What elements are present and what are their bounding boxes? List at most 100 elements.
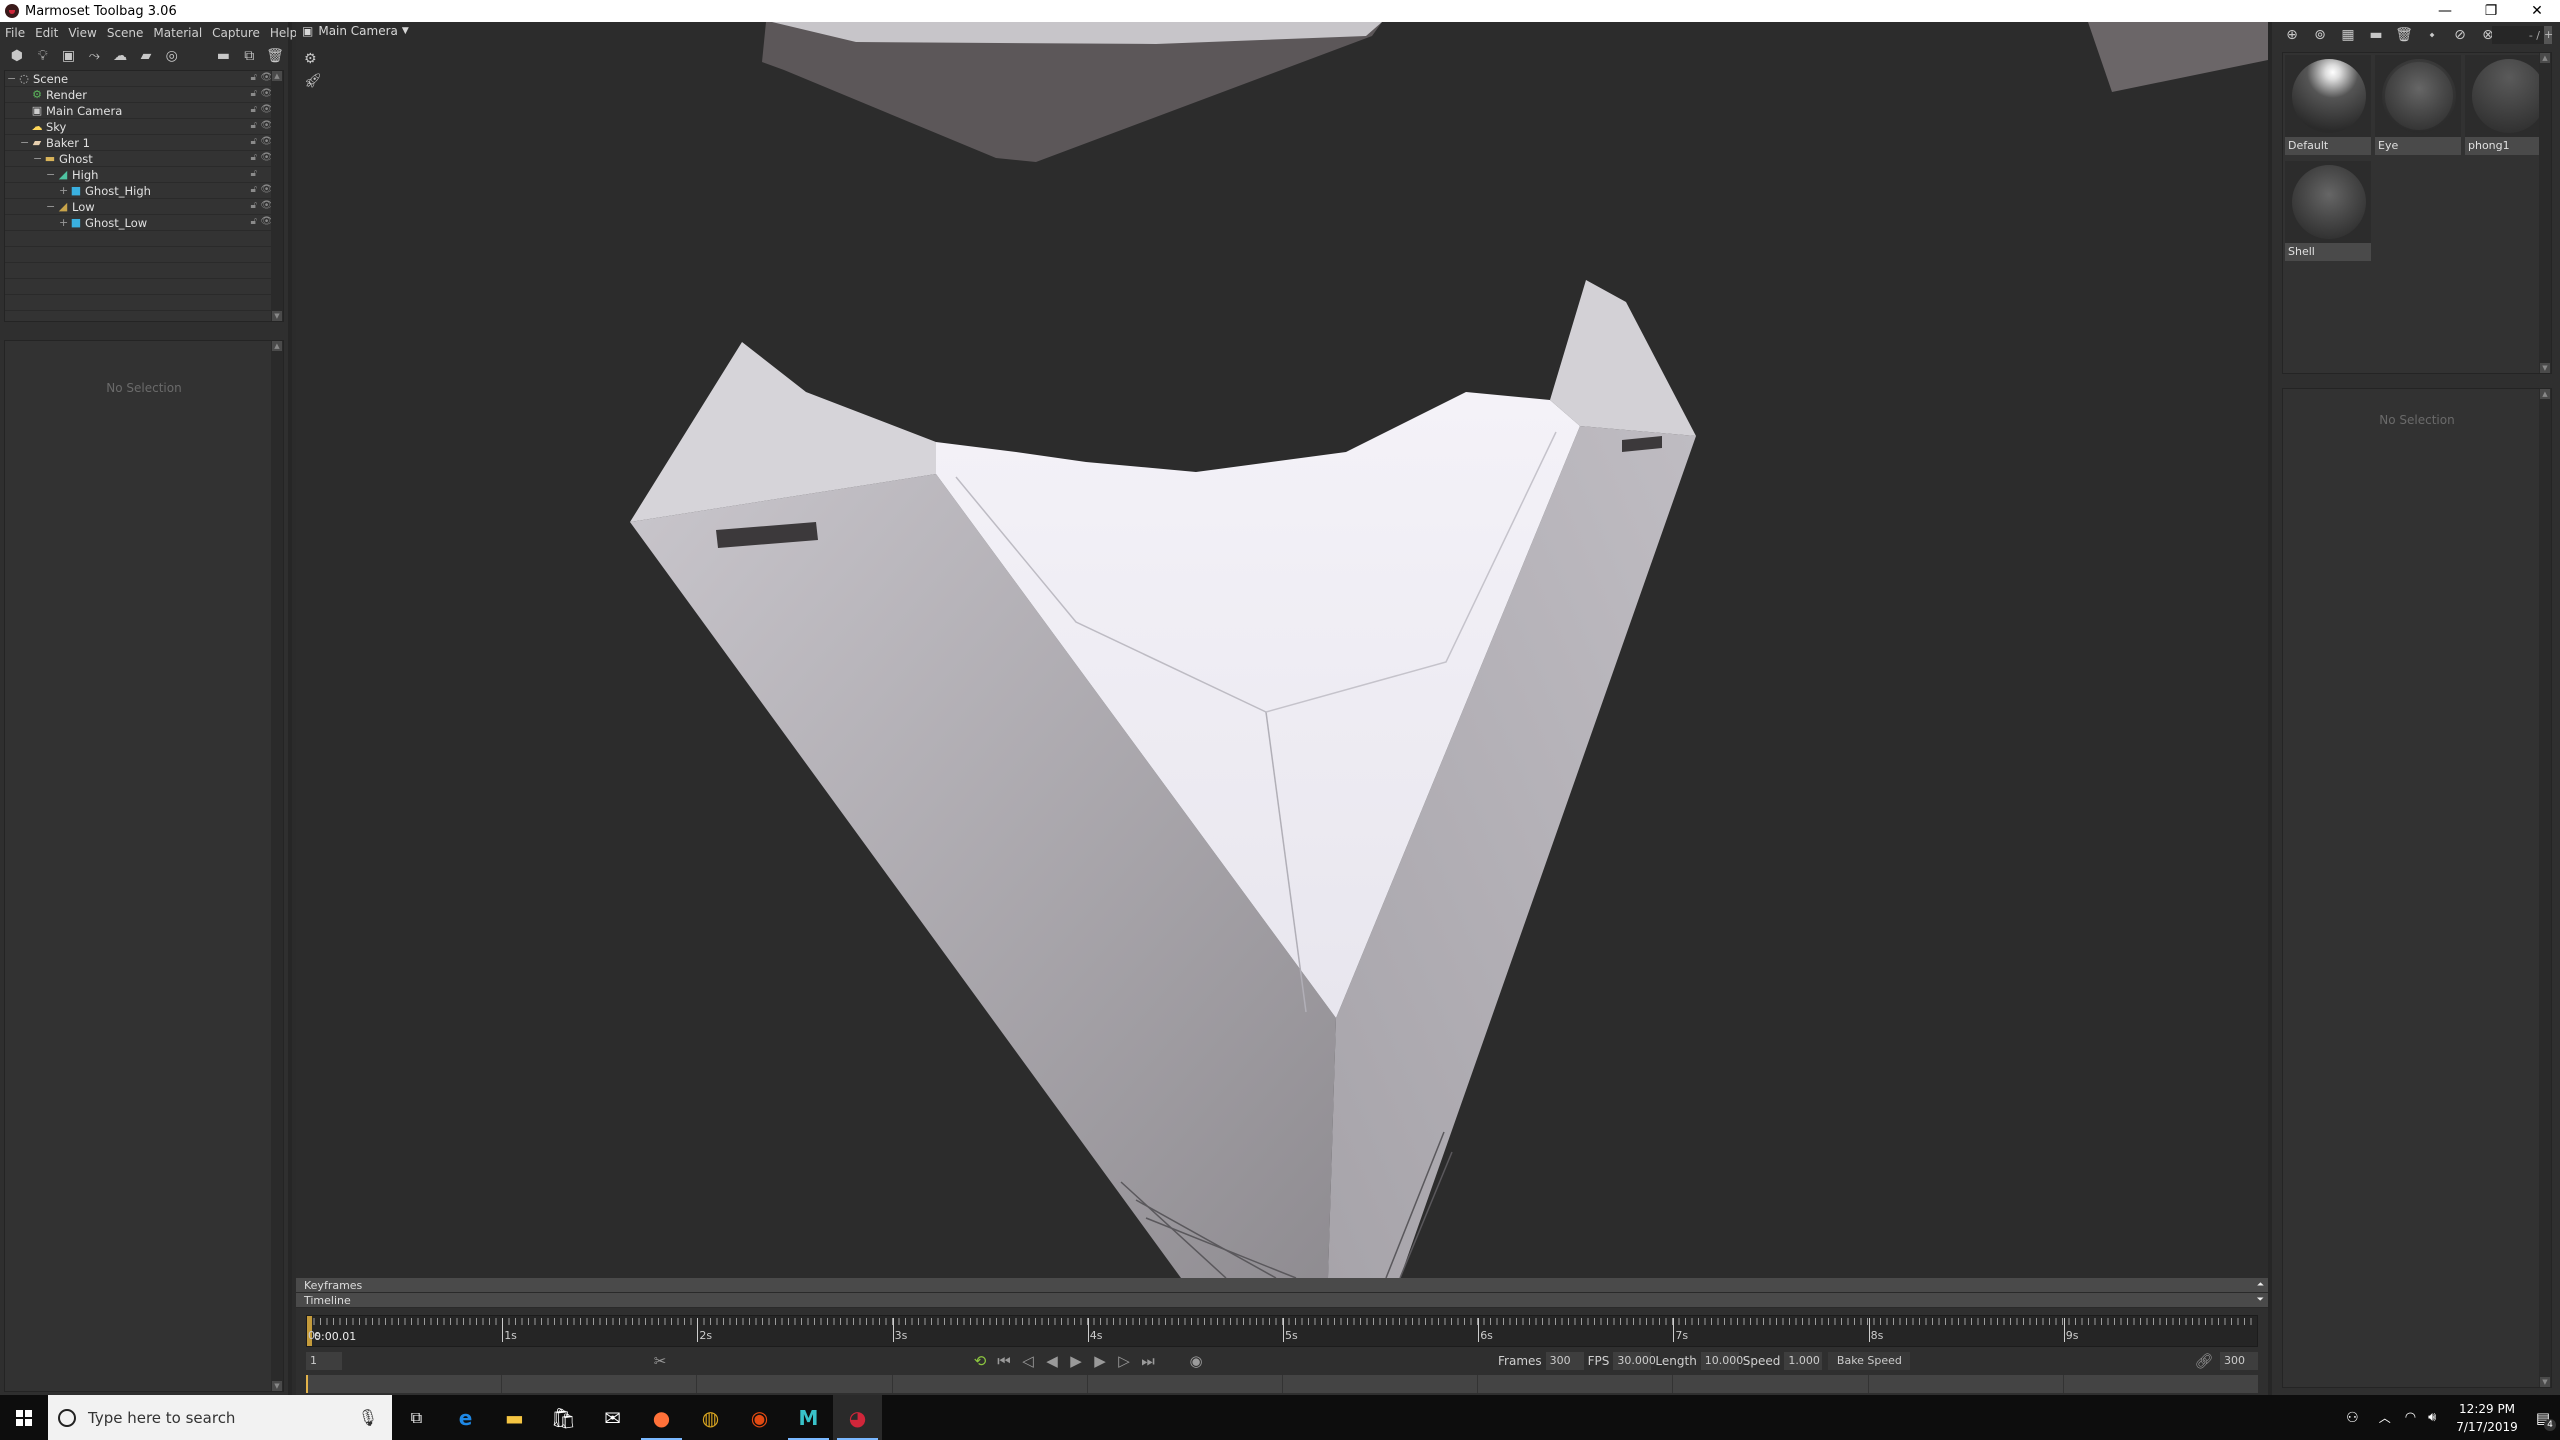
lock-icon[interactable]: 🔓︎ <box>251 168 257 179</box>
skip-to-end-icon[interactable]: ⏭ <box>1136 1352 1160 1370</box>
length-field[interactable]: 10.000 <box>1700 1352 1743 1370</box>
duplicate-material-icon[interactable]: ⊚ <box>2306 24 2334 46</box>
material-shell[interactable]: Shell <box>2285 161 2371 261</box>
scene-tree-item[interactable]: − ◢ High 🔓︎ <box>5 167 283 183</box>
menu-scene[interactable]: Scene <box>102 26 149 40</box>
lock-icon[interactable]: 🔓︎ <box>251 88 257 99</box>
taskbar-search[interactable]: Type here to search 🎙︎ <box>48 1395 392 1440</box>
minimize-button[interactable]: — <box>2422 0 2468 22</box>
bake-speed-button[interactable]: Bake Speed <box>1828 1352 1911 1370</box>
lock-icon[interactable]: 🔓︎ <box>251 216 257 227</box>
lock-icon[interactable]: 🔓︎ <box>251 200 257 211</box>
menu-material[interactable]: Material <box>148 26 207 40</box>
fps-field[interactable]: 30.000 <box>1613 1352 1656 1370</box>
prev-key-icon[interactable]: ◁ <box>1016 1352 1040 1370</box>
collapse-icon[interactable]: − <box>33 152 43 165</box>
notifications-icon[interactable]: ▤ 4 <box>2536 1409 2556 1431</box>
scene-tree-item[interactable]: ⚙ Render 🔓︎ 👁︎ <box>5 87 283 103</box>
menu-capture[interactable]: Capture <box>207 26 265 40</box>
menu-edit[interactable]: Edit <box>30 26 63 40</box>
maximize-button[interactable]: ❐ <box>2468 0 2514 22</box>
edge-icon[interactable]: e <box>441 1395 490 1440</box>
people-icon[interactable]: ⚇ <box>2346 1410 2359 1426</box>
scene-tree-item[interactable]: − ▰ Baker 1 🔓︎ 👁︎ <box>5 135 283 151</box>
mail-icon[interactable]: ✉ <box>588 1395 637 1440</box>
import-material-icon[interactable]: ⊘ <box>2446 24 2474 46</box>
collapse-icon[interactable]: − <box>46 168 56 181</box>
ring-app-icon[interactable]: ◍ <box>686 1395 735 1440</box>
add-light-icon[interactable]: 💡︎ <box>30 45 56 67</box>
play-icon[interactable]: ▶ <box>1064 1352 1088 1370</box>
wifi-icon[interactable]: ◠ <box>2405 1410 2416 1425</box>
3d-viewport[interactable]: ▣ Main Camera ▼ ⚙ 🚀︎ <box>296 22 2268 1278</box>
end-frame-field[interactable]: 300 <box>2220 1352 2258 1370</box>
scene-tree-scrollbar[interactable]: ▲ ▼ <box>271 71 283 321</box>
checker-icon[interactable]: ▦ <box>2334 24 2362 46</box>
expand-icon[interactable]: + <box>59 184 69 197</box>
camera-selector[interactable]: ▣ Main Camera ▼ <box>302 24 409 38</box>
menu-view[interactable]: View <box>63 26 101 40</box>
marmoset-icon[interactable]: ◕ <box>833 1395 882 1440</box>
eye-app-icon[interactable]: ◉ <box>735 1395 784 1440</box>
close-button[interactable]: ✕ <box>2514 0 2560 22</box>
add-sky-icon[interactable]: ☁ <box>107 45 133 67</box>
scene-tree-item[interactable]: ▣ Main Camera 🔓︎ 👁︎ <box>5 103 283 119</box>
right-properties-scrollbar[interactable]: ▲ ▼ <box>2539 389 2551 1387</box>
chevron-up-icon[interactable]: ︿ <box>2379 1409 2391 1426</box>
new-folder-icon[interactable]: ▬ <box>211 45 237 67</box>
menu-file[interactable]: File <box>0 26 30 40</box>
clock[interactable]: 12:29 PM 7/17/2019 <box>2456 1400 2518 1436</box>
material-default[interactable]: Default <box>2285 55 2371 155</box>
firefox-icon[interactable]: ● <box>637 1395 686 1440</box>
next-key-icon[interactable]: ▷ <box>1112 1352 1136 1370</box>
expand-icon[interactable]: + <box>59 216 69 229</box>
collapse-up-icon[interactable]: ⏶ <box>2257 1278 2264 1293</box>
add-shadow-catcher-icon[interactable]: ⤳ <box>81 45 107 67</box>
collapse-icon[interactable]: − <box>20 136 30 149</box>
speed-field[interactable]: 1.000 <box>1784 1352 1823 1370</box>
scene-tree-item[interactable]: − ◌ Scene 🔓︎ 👁︎ <box>5 71 283 87</box>
add-mesh-icon[interactable]: ⬢ <box>4 45 30 67</box>
link-icon[interactable]: 🔗︎ <box>2192 1352 2216 1370</box>
delete-icon[interactable]: 🗑︎ <box>2390 24 2418 46</box>
lock-icon[interactable]: 🔓︎ <box>251 136 257 147</box>
delete-icon[interactable]: 🗑︎ <box>262 45 288 67</box>
frames-field[interactable]: 300 <box>1545 1352 1584 1370</box>
new-material-icon[interactable]: ⊕ <box>2278 24 2306 46</box>
add-camera-icon[interactable]: ▣ <box>56 45 82 67</box>
material-eye[interactable]: Eye <box>2375 55 2461 155</box>
volume-icon[interactable]: 🔊︎ <box>2428 1410 2436 1425</box>
file-explorer-icon[interactable]: ▬ <box>490 1395 539 1440</box>
material-pager[interactable]: - / + <box>2492 26 2553 44</box>
timeline-ruler[interactable]: 0:00.01 0s 1s 2s 3s 4s 5s 6s 7s 8s 9s <box>306 1315 2258 1347</box>
lock-icon[interactable]: 🔓︎ <box>251 120 257 131</box>
step-back-icon[interactable]: ◀ <box>1040 1352 1064 1370</box>
scene-tree-item[interactable]: + ■ Ghost_Low 🔓︎ 👁︎ <box>5 215 283 231</box>
current-frame-field[interactable]: 1 <box>306 1352 342 1370</box>
open-folder-icon[interactable]: ▬ <box>2362 24 2390 46</box>
loop-icon[interactable]: ⟲ <box>968 1352 992 1370</box>
assign-material-icon[interactable]: ⬩ <box>2418 24 2446 46</box>
lock-icon[interactable]: 🔓︎ <box>251 72 257 83</box>
scene-tree-item[interactable]: − ◢ Low 🔓︎ 👁︎ <box>5 199 283 215</box>
lock-icon[interactable]: 🔓︎ <box>251 152 257 163</box>
rocket-icon[interactable]: 🚀︎ <box>304 70 322 92</box>
store-icon[interactable]: 🛍︎ <box>539 1395 588 1440</box>
turntable-icon[interactable]: ◉ <box>1184 1352 1208 1370</box>
skip-to-start-icon[interactable]: ⏮ <box>992 1352 1016 1370</box>
pager-add-button[interactable]: + <box>2544 26 2553 44</box>
lock-icon[interactable]: 🔓︎ <box>251 104 257 115</box>
track-playhead[interactable] <box>306 1375 308 1393</box>
add-baker-icon[interactable]: ▰ <box>133 45 159 67</box>
keyframe-track[interactable] <box>306 1375 2258 1393</box>
keyframes-header[interactable]: Keyframes ⏶ <box>296 1278 2268 1293</box>
scissors-icon[interactable]: ✂ <box>648 1352 672 1370</box>
collapse-icon[interactable]: − <box>46 200 56 213</box>
maya-icon[interactable]: M <box>784 1395 833 1440</box>
duplicate-icon[interactable]: ⧉ <box>236 45 262 67</box>
properties-scrollbar[interactable]: ▲ ▼ <box>271 341 283 1391</box>
collapse-down-icon[interactable]: ⏷ <box>2257 1293 2264 1308</box>
settings-gear-icon[interactable]: ⚙ <box>304 48 322 70</box>
scene-tree-item[interactable]: + ■ Ghost_High 🔓︎ 👁︎ <box>5 183 283 199</box>
material-scrollbar[interactable]: ▲ ▼ <box>2539 53 2551 373</box>
